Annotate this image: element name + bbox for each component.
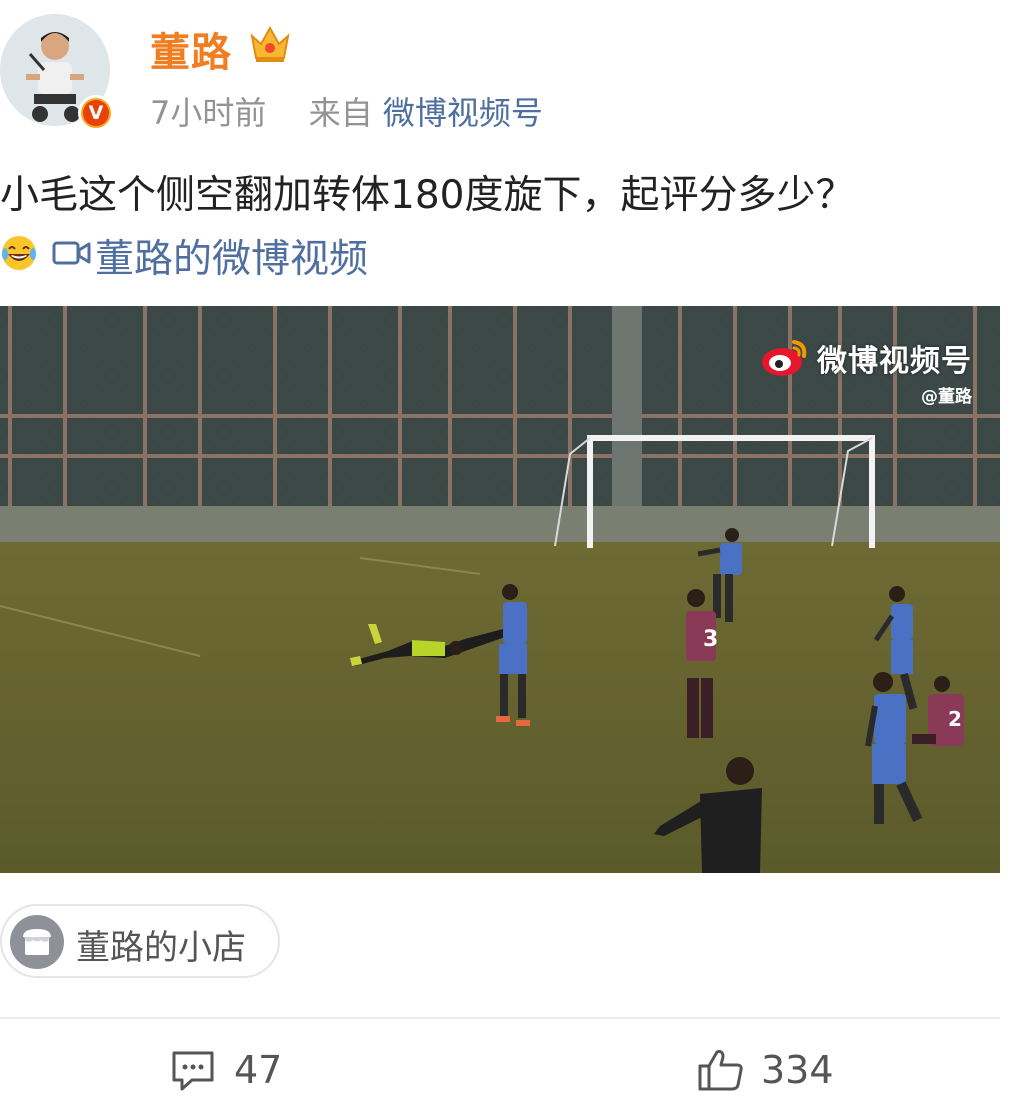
video-player[interactable]: 3 2 微博视频号 @董路 xyxy=(0,306,1000,873)
verified-badge-icon: V xyxy=(78,95,114,131)
verified-badge-letter: V xyxy=(83,100,109,126)
username[interactable]: 董路 xyxy=(150,20,232,78)
video-link[interactable]: 董路的微博视频 xyxy=(95,228,368,284)
video-watermark: 微博视频号 @董路 xyxy=(817,336,972,407)
divider xyxy=(0,1017,1000,1019)
thumbs-up-icon xyxy=(698,1050,743,1091)
source-link[interactable]: 微博视频号 xyxy=(383,94,543,132)
jersey-number-2: 2 xyxy=(948,707,962,731)
post-text: 小毛这个侧空翻加转体180度旋下，起评分多少？ xyxy=(0,173,855,218)
like-count: 334 xyxy=(761,1048,834,1092)
from-label: 来自 xyxy=(308,94,373,132)
weibo-logo-icon xyxy=(762,340,807,376)
crown-icon xyxy=(250,25,290,62)
watermark-sub: @董路 xyxy=(921,387,972,407)
comment-icon xyxy=(172,1051,214,1091)
like-button[interactable]: 334 xyxy=(697,1046,847,1096)
laugh-tears-emoji-icon xyxy=(2,236,36,270)
post-time: 7小时前 xyxy=(150,94,267,132)
comment-count: 47 xyxy=(234,1048,283,1092)
video-camera-icon xyxy=(52,241,91,265)
shop-icon xyxy=(10,915,64,969)
watermark-title: 微博视频号 xyxy=(817,344,972,379)
post-meta: 7小时前 来自 微博视频号 xyxy=(150,88,543,134)
jersey-number-1: 3 xyxy=(703,627,718,652)
shop-label: 董路的小店 xyxy=(76,928,246,968)
comment-button[interactable]: 47 xyxy=(170,1046,290,1096)
shop-button[interactable]: 董路的小店 xyxy=(0,904,280,978)
